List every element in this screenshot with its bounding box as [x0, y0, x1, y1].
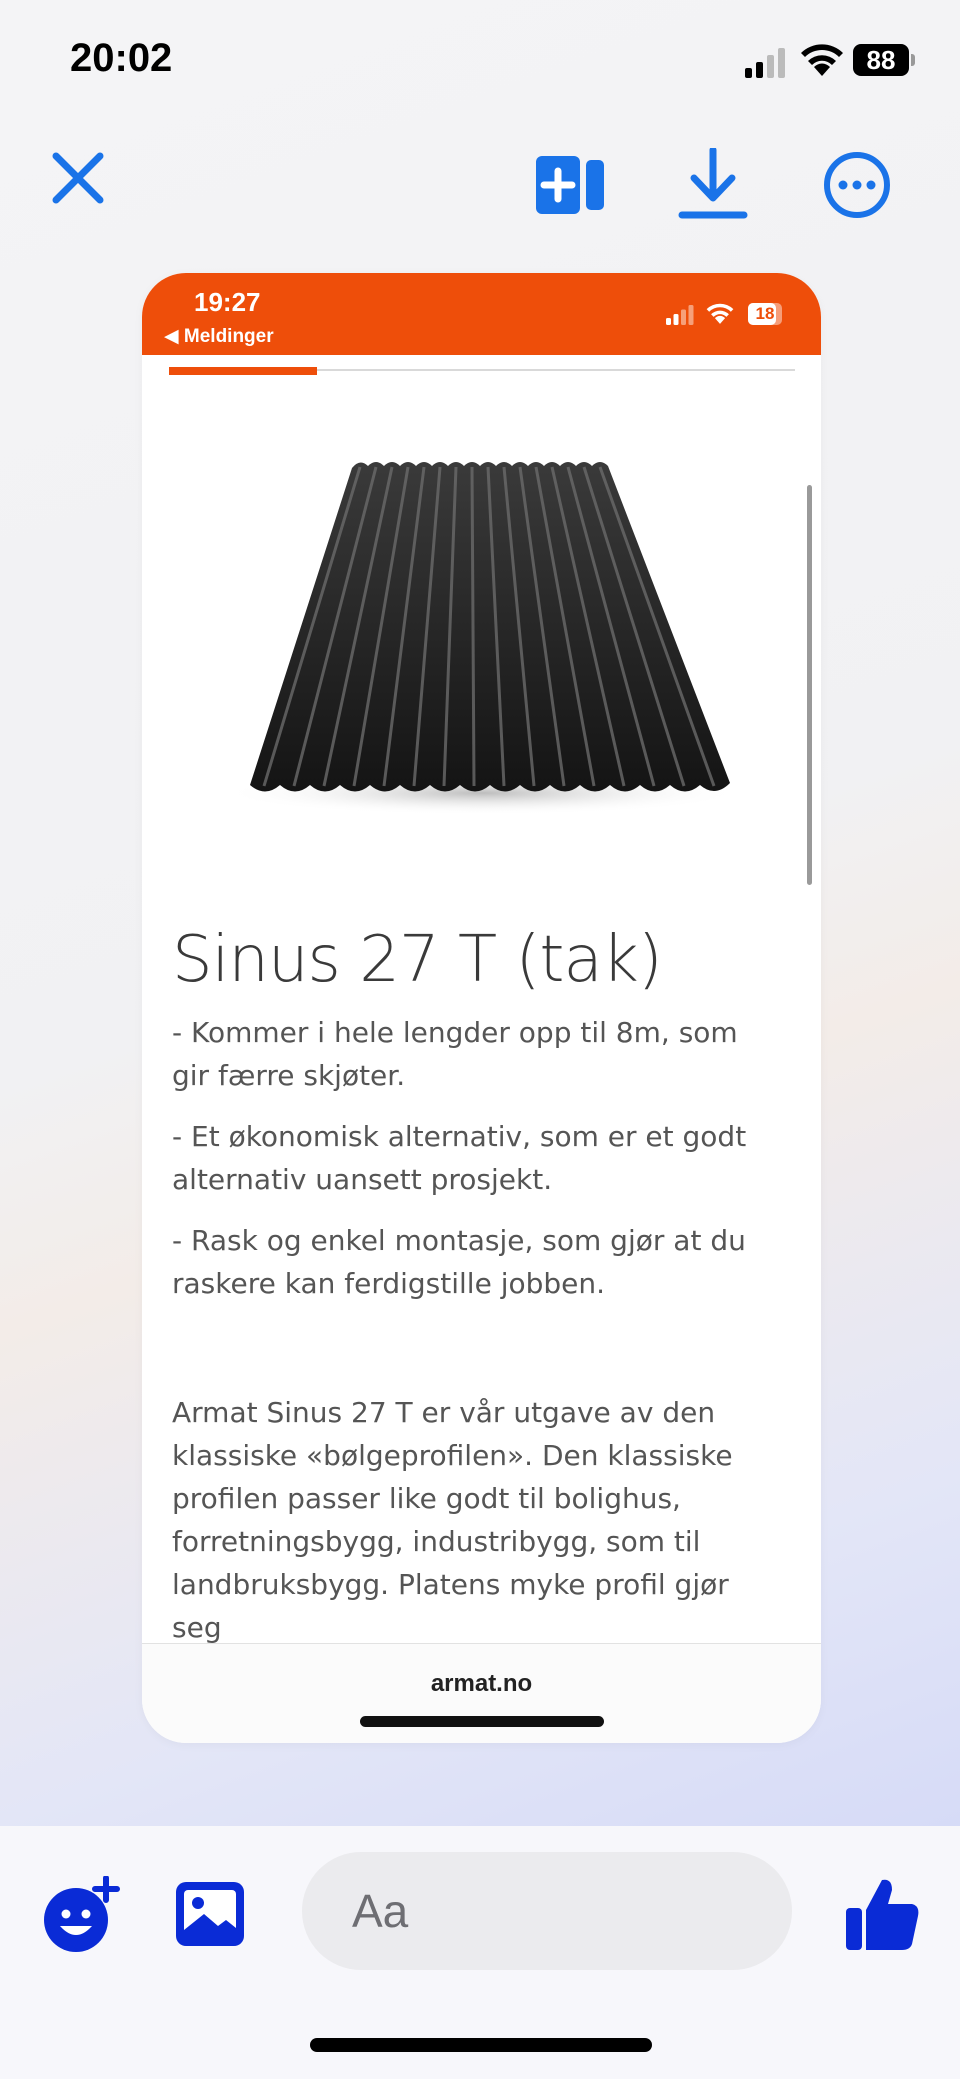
close-icon — [52, 152, 104, 204]
embedded-wifi-icon — [706, 303, 734, 324]
more-options-icon — [824, 152, 890, 218]
close-button[interactable] — [48, 148, 108, 208]
product-content: Sinus 27 T (tak) - Kommer i hele lengder… — [172, 923, 772, 1649]
feature-bullet: - Rask og enkel montasje, som gjør at du… — [172, 1224, 746, 1300]
like-button[interactable] — [842, 1874, 922, 1954]
add-reaction-button[interactable] — [42, 1875, 122, 1956]
product-description: Armat Sinus 27 T er vår utgave av den kl… — [172, 1396, 733, 1644]
site-url[interactable]: armat.no — [142, 1670, 821, 1698]
scrollbar — [807, 485, 812, 885]
embedded-status-bar: 19:27 ◀ Meldinger 18 — [142, 273, 821, 355]
embedded-signal-icon — [666, 305, 694, 325]
download-icon — [678, 146, 748, 219]
photo-icon — [176, 1882, 244, 1946]
feature-bullet: - Kommer i hele lengder opp til 8m, som … — [172, 1016, 738, 1092]
more-options-button[interactable] — [822, 150, 892, 220]
battery-indicator: 88 — [853, 44, 915, 76]
add-to-collection-icon — [536, 156, 604, 214]
embedded-battery-indicator: 18 — [748, 303, 782, 325]
embedded-time: 19:27 — [194, 287, 261, 317]
thumbs-up-icon — [846, 1879, 919, 1950]
feature-bullet: - Et økonomisk alternativ, som er et god… — [172, 1120, 747, 1196]
viewer-toolbar — [0, 120, 960, 250]
screenshot-preview[interactable]: 19:27 ◀ Meldinger 18 Sinus 27 T (tak) - … — [142, 273, 821, 1743]
product-title: Sinus 27 T (tak) — [172, 923, 663, 997]
add-to-collection-button[interactable] — [536, 154, 606, 216]
wifi-icon — [801, 44, 843, 76]
embedded-home-indicator — [360, 1716, 604, 1727]
emoji-add-icon — [44, 1875, 120, 1952]
photo-button[interactable] — [174, 1880, 246, 1948]
status-time: 20:02 — [70, 36, 173, 80]
message-input[interactable] — [302, 1852, 792, 1970]
roof-sheet-product-image — [222, 462, 742, 815]
home-indicator — [310, 2038, 652, 2052]
cellular-signal-icon — [745, 48, 785, 78]
embedded-back-label: ◀ Meldinger — [164, 326, 274, 347]
download-button[interactable] — [678, 146, 748, 220]
tab-active-indicator — [169, 367, 317, 375]
status-bar: 20:02 88 — [0, 0, 960, 120]
browser-footer: armat.no — [142, 1643, 821, 1743]
